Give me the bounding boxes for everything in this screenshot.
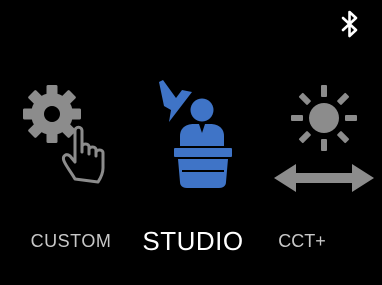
gear-hand-icon bbox=[23, 85, 105, 184]
mode-label-cct-plus: CCT+ bbox=[278, 231, 326, 251]
mode-label-studio: STUDIO bbox=[142, 226, 244, 256]
mode-label-custom: CUSTOM bbox=[30, 231, 112, 251]
mode-custom[interactable]: CUSTOM bbox=[0, 0, 130, 285]
mode-cct-plus[interactable]: CCT+ bbox=[260, 0, 382, 285]
presenter-podium-icon bbox=[159, 80, 232, 188]
sun-arrows-icon bbox=[274, 85, 374, 192]
mode-select-screen: CUSTOM STUDIO CCT+ bbox=[0, 0, 382, 285]
mode-studio[interactable]: STUDIO bbox=[130, 0, 260, 285]
